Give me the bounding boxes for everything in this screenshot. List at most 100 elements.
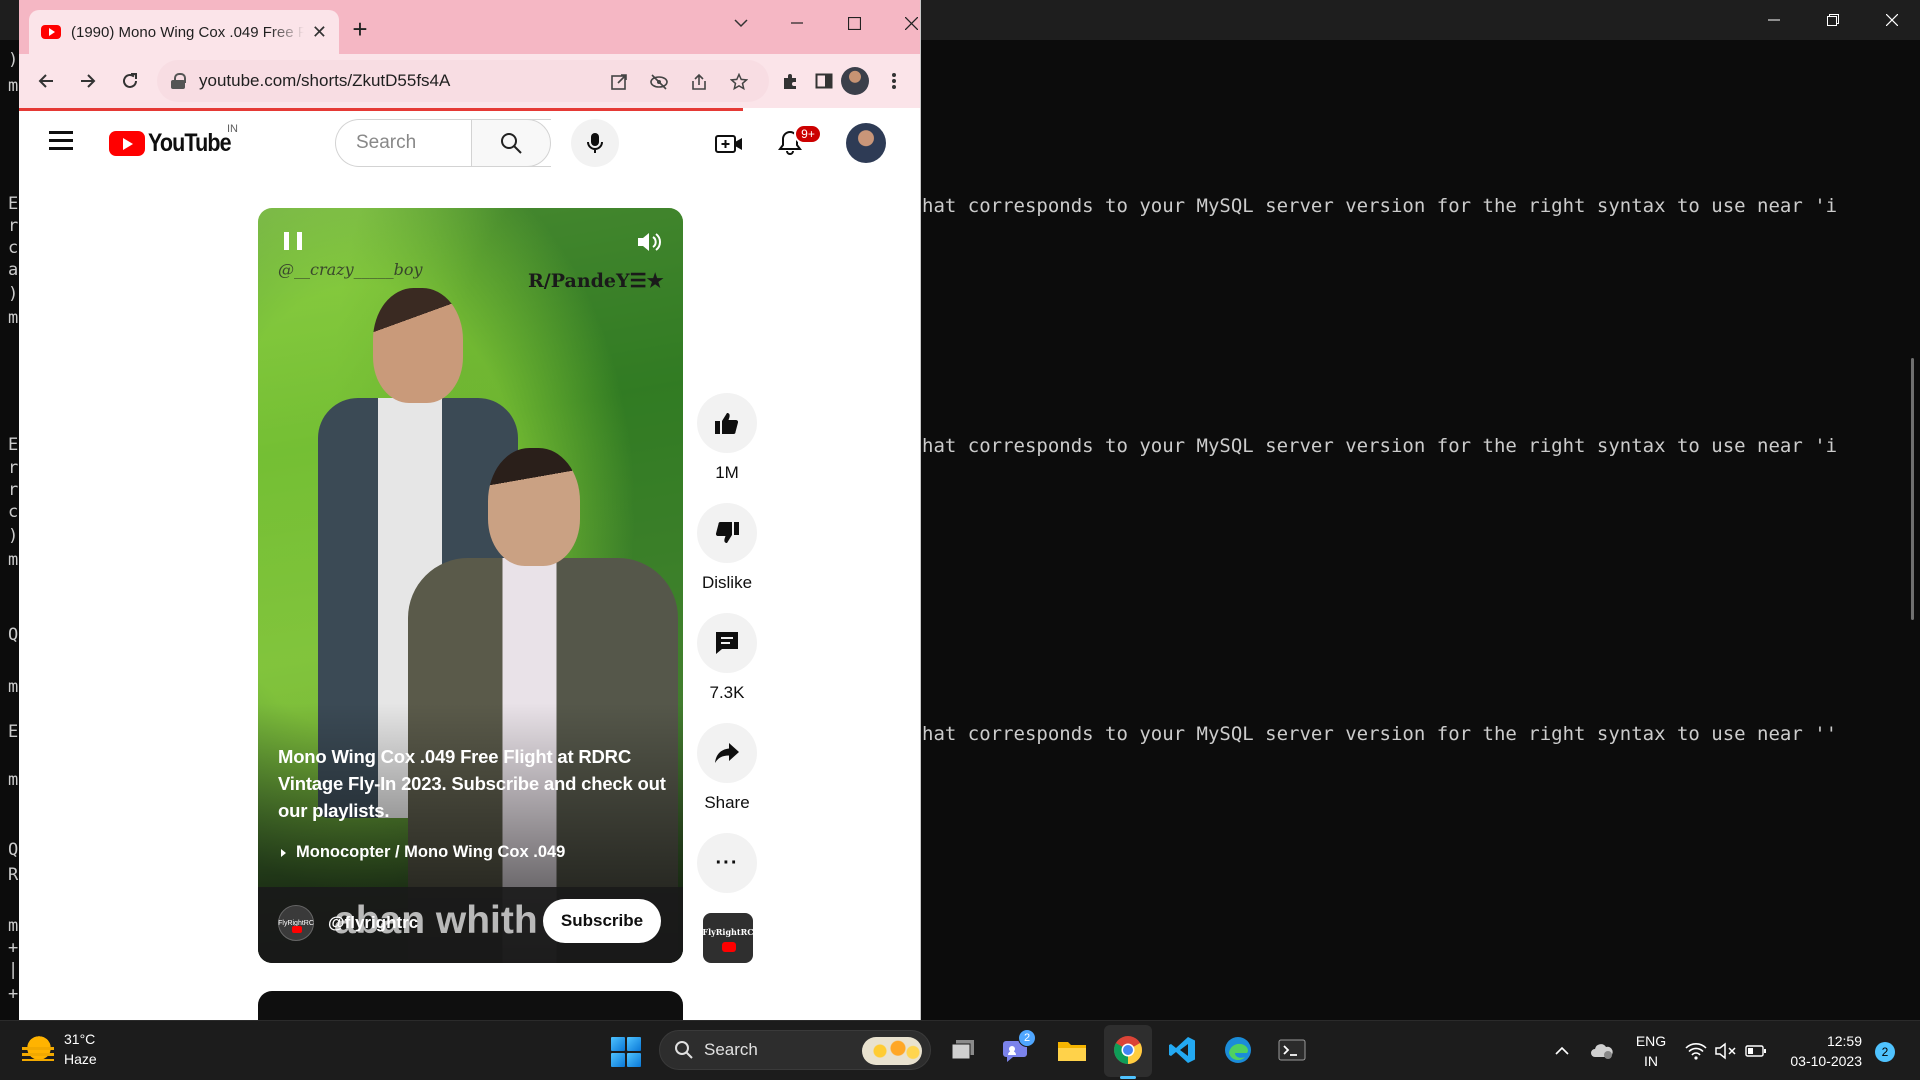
tab-search-button[interactable] bbox=[721, 8, 761, 38]
reload-button[interactable] bbox=[115, 66, 145, 96]
next-short-preview[interactable] bbox=[258, 991, 683, 1020]
terminal-char: r bbox=[8, 216, 19, 236]
forward-button[interactable] bbox=[73, 66, 103, 96]
comment-icon bbox=[716, 632, 738, 654]
terminal-char: c bbox=[8, 502, 19, 522]
terminal-output-line: hat corresponds to your MySQL server ver… bbox=[922, 723, 1838, 745]
wifi-icon[interactable] bbox=[1684, 1039, 1708, 1063]
arrow-right-icon bbox=[81, 74, 96, 88]
voice-search-button[interactable] bbox=[571, 119, 619, 167]
tab-close-icon[interactable]: ✕ bbox=[312, 22, 327, 43]
search-icon bbox=[501, 133, 522, 154]
video-add-icon bbox=[715, 135, 742, 153]
short-channel-bar: aban whith n FlyRightRC @flyrightrc Subs… bbox=[258, 887, 683, 963]
share-arrow-icon bbox=[715, 743, 739, 763]
channel-thumbnail[interactable]: FlyRightRC bbox=[703, 913, 753, 963]
eye-off-icon[interactable] bbox=[647, 70, 671, 94]
extensions-puzzle-icon[interactable] bbox=[775, 66, 805, 96]
chrome-close-button[interactable] bbox=[891, 8, 920, 38]
tab-title: (1990) Mono Wing Cox .049 Free Flight at… bbox=[71, 23, 304, 41]
more-action[interactable]: ··· bbox=[697, 833, 757, 893]
folder-icon bbox=[1058, 1042, 1086, 1061]
terminal-minimize-button[interactable] bbox=[1754, 6, 1794, 34]
weather-temperature[interactable]: 31°C bbox=[64, 1031, 95, 1047]
edge-icon bbox=[1225, 1037, 1251, 1063]
terminal-char: E bbox=[8, 722, 19, 742]
share-action[interactable]: Share bbox=[697, 723, 757, 813]
side-panel-icon[interactable] bbox=[809, 66, 839, 96]
terminal-char: r bbox=[8, 458, 19, 478]
hamburger-menu-icon[interactable] bbox=[49, 131, 73, 151]
youtube-logo[interactable]: YouTube bbox=[109, 128, 244, 157]
url-text[interactable]: youtube.com/shorts/ZkutD55fs4A bbox=[199, 71, 450, 91]
show-hidden-icons-chevron-icon[interactable] bbox=[1550, 1039, 1574, 1063]
vscode-taskbar-button[interactable] bbox=[1165, 1033, 1199, 1067]
comments-button[interactable] bbox=[697, 613, 757, 673]
windows-taskbar: 31°C Haze Search 2 ENG IN 12:59 03-10-20… bbox=[0, 1020, 1920, 1080]
task-view-button[interactable] bbox=[946, 1033, 980, 1067]
channel-avatar[interactable]: FlyRightRC bbox=[278, 905, 314, 941]
terminal-restore-button[interactable] bbox=[1813, 6, 1853, 34]
bookmark-star-icon[interactable] bbox=[727, 70, 751, 94]
comments-action[interactable]: 7.3K bbox=[697, 613, 757, 703]
terminal-scrollbar[interactable] bbox=[1911, 358, 1914, 620]
short-title[interactable]: Mono Wing Cox .049 Free Flight at RDRC V… bbox=[278, 743, 668, 824]
chrome-active-indicator bbox=[1120, 1076, 1136, 1079]
dislike-label: Dislike bbox=[701, 573, 753, 592]
like-button[interactable] bbox=[697, 393, 757, 453]
more-options-button[interactable]: ··· bbox=[697, 833, 757, 893]
youtube-account-avatar[interactable] bbox=[846, 123, 886, 163]
notification-center-badge[interactable]: 2 bbox=[1875, 1042, 1895, 1062]
close-icon bbox=[1886, 14, 1898, 26]
terminal-char: | bbox=[8, 960, 19, 980]
youtube-favicon-icon bbox=[41, 25, 61, 39]
share-button[interactable] bbox=[697, 723, 757, 783]
chrome-menu-icon[interactable] bbox=[879, 66, 909, 96]
thumbs-up-icon bbox=[715, 413, 739, 434]
chrome-taskbar-button[interactable] bbox=[1111, 1033, 1145, 1067]
like-count: 1M bbox=[715, 463, 739, 482]
create-video-button[interactable] bbox=[714, 129, 744, 159]
weather-description[interactable]: Haze bbox=[64, 1051, 97, 1067]
playlist-link[interactable]: Monocopter / Mono Wing Cox .049 bbox=[278, 843, 565, 862]
language-indicator[interactable]: ENG IN bbox=[1633, 1031, 1669, 1071]
youtube-logo-text: YouTube bbox=[148, 128, 232, 157]
share-icon[interactable] bbox=[687, 70, 711, 94]
profile-avatar[interactable] bbox=[841, 67, 869, 95]
start-button[interactable] bbox=[611, 1037, 641, 1067]
chrome-window[interactable]: (1990) Mono Wing Cox .049 Free Flight at… bbox=[19, 0, 921, 1020]
battery-icon[interactable] bbox=[1744, 1039, 1768, 1063]
vscode-icon bbox=[1169, 1037, 1195, 1063]
new-tab-button[interactable]: + bbox=[345, 14, 375, 44]
taskbar-search-box[interactable]: Search bbox=[659, 1030, 931, 1070]
dislike-action[interactable]: Dislike bbox=[697, 503, 757, 593]
address-bar[interactable]: youtube.com/shorts/ZkutD55fs4A bbox=[157, 60, 769, 102]
shorts-video-player[interactable]: @__crazy_____boy R/PandeY☰★ Mono Wing Co… bbox=[258, 208, 683, 963]
channel-handle[interactable]: @flyrightrc bbox=[328, 913, 418, 933]
back-button[interactable] bbox=[31, 66, 61, 96]
terminal-taskbar-button[interactable] bbox=[1275, 1033, 1309, 1067]
edge-taskbar-button[interactable] bbox=[1221, 1033, 1255, 1067]
chrome-maximize-button[interactable] bbox=[834, 8, 874, 38]
windows-logo-icon bbox=[611, 1037, 625, 1051]
notification-count-badge: 9+ bbox=[794, 124, 822, 144]
like-action[interactable]: 1M bbox=[697, 393, 757, 483]
open-in-app-icon[interactable] bbox=[607, 70, 631, 94]
subscribe-button[interactable]: Subscribe bbox=[543, 899, 661, 943]
pause-icon[interactable] bbox=[284, 232, 302, 250]
chrome-minimize-button[interactable] bbox=[777, 8, 817, 38]
dislike-button[interactable] bbox=[697, 503, 757, 563]
tab-youtube-short[interactable]: (1990) Mono Wing Cox .049 Free Flight at… bbox=[29, 10, 339, 54]
volume-muted-icon[interactable] bbox=[1714, 1039, 1738, 1063]
terminal-close-button[interactable] bbox=[1872, 6, 1912, 34]
volume-icon[interactable] bbox=[636, 230, 664, 254]
file-explorer-button[interactable] bbox=[1055, 1033, 1089, 1067]
weather-haze-icon[interactable] bbox=[22, 1033, 54, 1063]
youtube-search-button[interactable] bbox=[471, 119, 551, 167]
system-clock[interactable]: 12:59 03-10-2023 bbox=[1782, 1031, 1862, 1071]
reload-icon bbox=[123, 73, 137, 88]
country-code: IN bbox=[227, 123, 238, 135]
onedrive-cloud-icon[interactable] bbox=[1590, 1039, 1614, 1063]
close-icon bbox=[904, 16, 918, 30]
tab-strip: (1990) Mono Wing Cox .049 Free Flight at… bbox=[19, 0, 920, 54]
